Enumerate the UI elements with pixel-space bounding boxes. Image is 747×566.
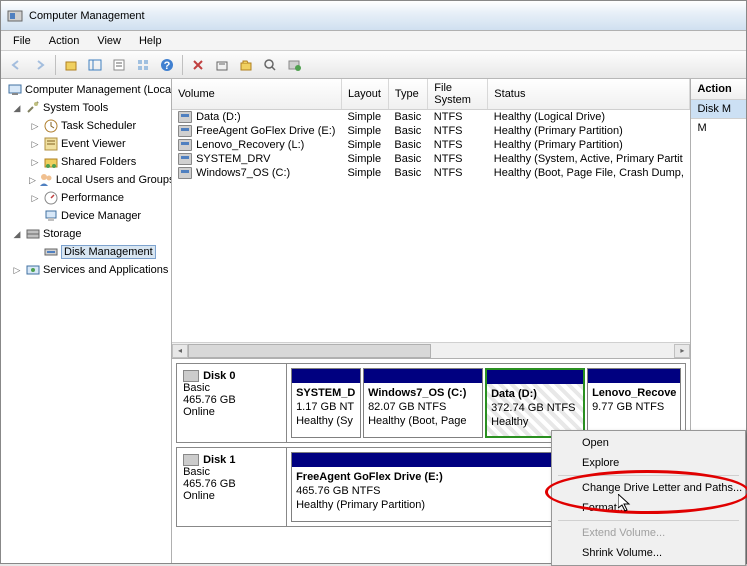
ctx-change-drive-letter[interactable]: Change Drive Letter and Paths... [554,478,743,498]
volume-row[interactable]: Data (D:)SimpleBasicNTFSHealthy (Logical… [172,110,690,125]
perf-icon [43,190,59,206]
scroll-left-icon[interactable]: ◂ [172,344,188,358]
tree-event-viewer[interactable]: ▷Event Viewer [1,135,171,153]
col-volume[interactable]: Volume [172,79,341,110]
delete-button[interactable] [187,54,209,76]
disk-1-header[interactable]: Disk 1 Basic 465.76 GB Online [177,448,287,526]
tree-disk-management[interactable]: Disk Management [1,243,171,261]
menu-file[interactable]: File [5,33,39,49]
volume-row[interactable]: Windows7_OS (C:)SimpleBasicNTFSHealthy (… [172,166,690,180]
help-button[interactable]: ? [156,54,178,76]
volume-row[interactable]: FreeAgent GoFlex Drive (E:)SimpleBasicNT… [172,124,690,138]
actions-selected[interactable]: Disk M [691,100,746,119]
drive-icon [178,139,192,151]
back-button [5,54,27,76]
window-title: Computer Management [29,10,145,22]
tree-performance[interactable]: ▷Performance [1,189,171,207]
disk-icon [183,454,199,466]
disk-icon [183,370,199,382]
tree-shared-folders[interactable]: ▷Shared Folders [1,153,171,171]
menu-view[interactable]: View [89,33,129,49]
users-icon [38,172,54,188]
forward-button [29,54,51,76]
drive-icon [178,153,192,165]
col-layout[interactable]: Layout [341,79,388,110]
scroll-thumb[interactable] [188,344,431,358]
ctx-explore[interactable]: Explore [554,453,743,473]
context-menu: Open Explore Change Drive Letter and Pat… [551,430,746,566]
tree-services[interactable]: ▷Services and Applications [1,261,171,279]
part-lenovo-recovery[interactable]: Lenovo_Recove9.77 GB NTFS [587,368,681,438]
actions-header: Action [691,79,746,100]
tree-task-scheduler[interactable]: ▷Task Scheduler [1,117,171,135]
tree-root[interactable]: Computer Management (Local [1,81,171,99]
drive-icon [178,167,192,179]
ctx-open[interactable]: Open [554,433,743,453]
part-windows7-os[interactable]: Windows7_OS (C:)82.07 GB NTFSHealthy (Bo… [363,368,483,438]
up-button[interactable] [60,54,82,76]
col-type[interactable]: Type [388,79,427,110]
grid-button[interactable] [132,54,154,76]
tree-system-tools[interactable]: ◢System Tools [1,99,171,117]
volume-list: Volume Layout Type File System Status Da… [172,79,690,359]
computer-icon [7,82,23,98]
volume-row[interactable]: SYSTEM_DRVSimpleBasicNTFSHealthy (System… [172,152,690,166]
event-icon [43,136,59,152]
col-status[interactable]: Status [488,79,690,110]
ctx-separator [558,520,739,521]
clock-icon [43,118,59,134]
disk-0-header[interactable]: Disk 0 Basic 465.76 GB Online [177,364,287,442]
expand-icon[interactable]: ▷ [29,139,41,150]
scroll-right-icon[interactable]: ▸ [674,344,690,358]
collapse-icon[interactable]: ◢ [11,229,23,240]
tree-storage[interactable]: ◢Storage [1,225,171,243]
expand-icon[interactable]: ▷ [29,157,41,168]
svg-text:?: ? [164,60,171,72]
tree-pane: Computer Management (Local ◢System Tools… [1,79,172,563]
storage-icon [25,226,41,242]
disk-icon [43,244,59,260]
drive-icon [178,125,192,137]
ctx-separator [558,475,739,476]
ctx-shrink-volume[interactable]: Shrink Volume... [554,543,743,563]
expand-icon[interactable]: ▷ [11,265,23,276]
col-fs[interactable]: File System [428,79,488,110]
tree-device-manager[interactable]: Device Manager [1,207,171,225]
toolbar: ? [1,51,746,79]
actions-more[interactable]: M [691,119,746,137]
part-data-d[interactable]: Data (D:)372.74 GB NTFSHealthy [485,368,585,438]
properties-button[interactable] [108,54,130,76]
part-system-drv[interactable]: SYSTEM_D1.17 GB NTHealthy (Sy [291,368,361,438]
refresh-button[interactable] [283,54,305,76]
folder-share-icon [43,154,59,170]
open-button[interactable] [235,54,257,76]
tree-local-users[interactable]: ▷Local Users and Groups [1,171,171,189]
ctx-format[interactable]: Format... [554,498,743,518]
find-button[interactable] [259,54,281,76]
expand-icon[interactable]: ▷ [29,121,41,132]
volume-row[interactable]: Lenovo_Recovery (L:)SimpleBasicNTFSHealt… [172,138,690,152]
collapse-icon[interactable]: ◢ [11,103,23,114]
show-hide-button[interactable] [84,54,106,76]
app-icon [7,8,23,24]
tools-icon [25,100,41,116]
device-icon [43,208,59,224]
menu-action[interactable]: Action [41,33,88,49]
titlebar: Computer Management [1,1,746,31]
expand-icon[interactable]: ▷ [29,193,41,204]
ctx-extend-volume: Extend Volume... [554,523,743,543]
h-scrollbar[interactable]: ◂ ▸ [172,342,690,358]
menubar: File Action View Help [1,31,746,51]
expand-icon[interactable]: ▷ [29,175,36,186]
services-icon [25,262,41,278]
menu-help[interactable]: Help [131,33,170,49]
drive-icon [178,111,192,123]
settings-button[interactable] [211,54,233,76]
